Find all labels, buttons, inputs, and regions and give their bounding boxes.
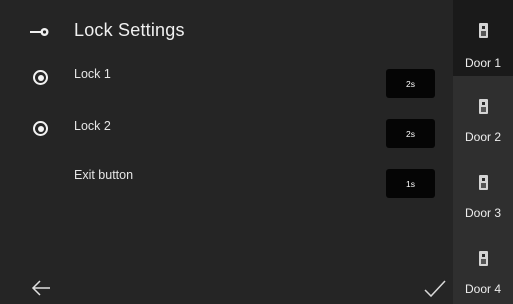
checkmark-icon[interactable] [423,279,447,299]
door-3-tab[interactable]: Door 3 [453,152,513,228]
door-2-tab[interactable]: Door 2 [453,76,513,152]
lock-2-time-button[interactable]: 2s [386,119,435,148]
door-4-label: Door 4 [464,282,502,296]
lock-1-radio[interactable] [33,70,48,85]
door-3-label: Door 3 [464,206,502,220]
page-title: Lock Settings [74,20,185,40]
door-4-tab[interactable]: Door 4 [453,228,513,304]
door-2-label: Door 2 [464,130,502,144]
arrow-left-icon[interactable] [31,278,51,298]
main-panel: Lock Settings Lock 1 2s Lock 2 2s Exit b… [0,0,453,304]
exit-button-label: Exit button [74,168,134,182]
lock-1-time-button[interactable]: 2s [386,69,435,98]
door-phone-icon [479,23,488,38]
door-1-tab[interactable]: Door 1 [453,0,513,76]
door-sidebar: Door 1 Door 2 Door 3 Door 4 [453,0,513,304]
lock-2-radio[interactable] [33,121,48,136]
door-phone-icon [479,99,488,114]
door-phone-icon [479,251,488,266]
key-icon [30,28,49,36]
door-phone-icon [479,175,488,190]
lock-2-label: Lock 2 [74,119,111,133]
exit-button-time-button[interactable]: 1s [386,169,435,198]
lock-settings-screen: Lock Settings Lock 1 2s Lock 2 2s Exit b… [0,0,513,304]
door-1-label: Door 1 [464,56,502,70]
lock-1-label: Lock 1 [74,67,111,81]
